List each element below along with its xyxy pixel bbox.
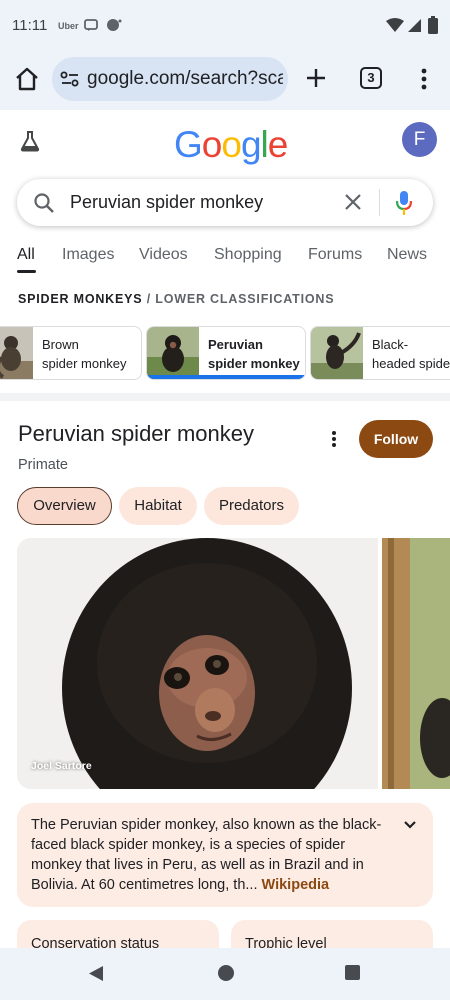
url-text: google.com/search?sca_	[87, 68, 283, 89]
section-divider	[0, 393, 450, 401]
selected-indicator	[147, 375, 305, 379]
uber-notification-icon: Uber	[58, 21, 79, 31]
chip-label-line: Peruvian	[208, 337, 263, 352]
chip-label-line: spider monkey	[42, 356, 127, 371]
chat-notification-icon	[107, 19, 122, 31]
description-ellipsis: ...	[245, 877, 258, 893]
secondary-monkey-photo	[382, 538, 450, 789]
breadcrumb-parent[interactable]: SPIDER MONKEYS	[18, 292, 142, 306]
search-icon	[34, 193, 54, 213]
description-card[interactable]: The Peruvian spider monkey, also known a…	[17, 803, 433, 907]
wikipedia-link[interactable]: Wikipedia	[262, 877, 330, 893]
chevron-down-icon[interactable]	[402, 817, 418, 833]
system-nav-bar	[0, 948, 450, 1000]
search-box[interactable]: Peruvian spider monkey	[17, 179, 433, 226]
battery-icon	[428, 16, 438, 34]
tab-shopping[interactable]: Shopping	[214, 246, 282, 264]
classification-chip-black-headed[interactable]: Black- headed spider	[310, 326, 450, 380]
breadcrumb-current: LOWER CLASSIFICATIONS	[155, 292, 335, 306]
home-icon[interactable]	[12, 64, 42, 94]
logo-letter: g	[240, 124, 262, 165]
monkey-thumbnail-image	[311, 327, 363, 379]
entity-subtitle: Primate	[18, 457, 68, 473]
more-options-icon[interactable]	[412, 64, 436, 94]
pill-habitat[interactable]: Habitat	[119, 487, 197, 525]
labs-flask-icon[interactable]	[18, 129, 42, 153]
chip-label: Peruvian spider monkey	[208, 335, 300, 373]
tab-all[interactable]: All	[17, 246, 35, 264]
main-photo[interactable]	[17, 538, 378, 789]
status-time: 11:11	[12, 17, 48, 34]
divider	[379, 189, 380, 216]
chip-label-line: headed spider	[372, 356, 450, 371]
tab-news[interactable]: News	[387, 246, 427, 264]
voice-search-mic-icon[interactable]	[395, 190, 413, 216]
search-tabs: All Images Videos Shopping Forums News	[0, 238, 450, 273]
chip-label-line: Black-	[372, 337, 409, 352]
wifi-icon	[386, 18, 404, 32]
search-input[interactable]: Peruvian spider monkey	[70, 192, 263, 213]
tab-images[interactable]: Images	[62, 246, 114, 264]
tab-switcher-button[interactable]: 3	[360, 67, 382, 89]
account-avatar[interactable]: F	[402, 122, 437, 157]
new-tab-icon[interactable]	[300, 62, 332, 94]
google-logo[interactable]: Google	[174, 124, 289, 166]
browser-toolbar: google.com/search?sca_ 3	[0, 52, 450, 110]
classification-chip-peruvian[interactable]: Peruvian spider monkey	[146, 326, 306, 380]
classification-chip-brown[interactable]: Brown spider monkey	[0, 326, 142, 380]
status-bar: 11:11 Uber	[0, 0, 450, 52]
logo-letter: o	[221, 124, 242, 165]
monkey-thumbnail-image	[147, 327, 199, 379]
chip-label-line: spider monkey	[208, 356, 300, 371]
photo-credit: Joel Sartore	[31, 760, 92, 772]
signal-icon	[408, 19, 421, 32]
spider-monkey-photo	[17, 538, 378, 789]
chip-label: Brown spider monkey	[42, 335, 127, 373]
address-bar[interactable]: google.com/search?sca_	[52, 57, 288, 101]
more-vert-icon[interactable]	[326, 428, 342, 450]
chip-label: Black- headed spider	[372, 335, 450, 373]
back-icon[interactable]	[88, 965, 104, 982]
message-notification-icon	[84, 19, 98, 31]
breadcrumb-separator: /	[146, 292, 151, 306]
entity-title: Peruvian spider monkey	[18, 421, 255, 446]
chip-label-line: Brown	[42, 337, 79, 352]
secondary-photo[interactable]	[382, 538, 450, 789]
site-settings-icon[interactable]	[60, 71, 80, 87]
description-text: The Peruvian spider monkey, also known a…	[31, 815, 397, 895]
tab-videos[interactable]: Videos	[139, 246, 188, 264]
active-tab-indicator	[17, 270, 36, 273]
logo-letter: e	[267, 124, 289, 165]
pill-predators[interactable]: Predators	[204, 487, 299, 525]
logo-letter: o	[201, 124, 223, 165]
home-nav-icon[interactable]	[218, 965, 234, 981]
breadcrumb: SPIDER MONKEYS / LOWER CLASSIFICATIONS	[18, 292, 334, 306]
logo-letter: l	[260, 124, 269, 165]
tab-forums[interactable]: Forums	[308, 246, 362, 264]
clear-icon[interactable]	[343, 192, 363, 212]
logo-letter: G	[174, 124, 203, 165]
recents-icon[interactable]	[345, 965, 360, 980]
follow-button[interactable]: Follow	[359, 420, 433, 458]
pill-overview[interactable]: Overview	[17, 487, 112, 525]
monkey-thumbnail-image	[0, 327, 33, 379]
